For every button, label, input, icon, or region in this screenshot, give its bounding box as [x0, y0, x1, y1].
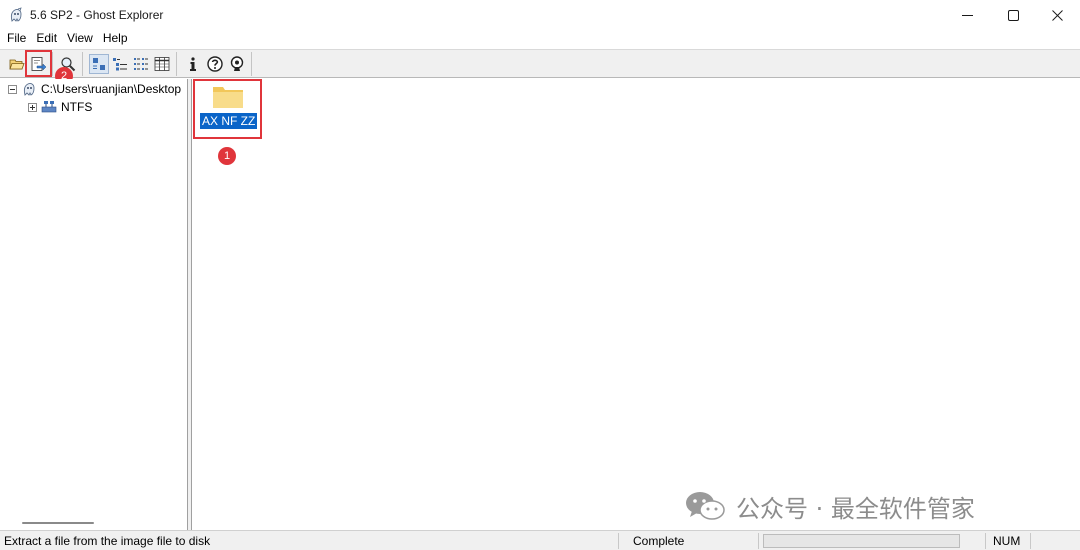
toolbar-separator: [176, 52, 177, 76]
close-icon: [1051, 9, 1063, 21]
status-separator: [1030, 533, 1031, 549]
toolbar-separator: [251, 52, 252, 76]
tree-item-root[interactable]: C:\Users\ruanjian\Desktop: [8, 80, 181, 98]
status-progress-bar: [763, 534, 960, 548]
expand-icon[interactable]: [28, 102, 37, 112]
large-icons-view-button[interactable]: [89, 54, 109, 74]
status-bar: Extract a file from the image file to di…: [0, 530, 1080, 550]
ghost-image-icon: [24, 83, 35, 96]
list-view-icon: [134, 58, 148, 70]
help-icon: [207, 56, 223, 72]
status-num-lock: NUM: [993, 534, 1021, 548]
minimize-icon: [961, 14, 973, 16]
wechat-icon: [686, 492, 725, 520]
menu-file[interactable]: File: [0, 30, 31, 49]
menu-edit[interactable]: Edit: [31, 30, 62, 49]
toolbar: [0, 49, 1080, 78]
watermark: 公众号 · 最全软件管家: [684, 490, 975, 523]
status-state: Complete: [633, 534, 685, 548]
list-view-button[interactable]: [131, 54, 151, 74]
menu-help[interactable]: Help: [98, 30, 133, 49]
close-button[interactable]: [1034, 0, 1080, 30]
menu-view[interactable]: View: [62, 30, 98, 49]
window-title: 5.6 SP2 - Ghost Explorer: [30, 8, 164, 22]
large-icons-view-icon: [93, 58, 105, 70]
partition-icon: [41, 101, 57, 113]
title-bar: 5.6 SP2 - Ghost Explorer: [0, 0, 1080, 30]
small-icons-view-button[interactable]: [110, 54, 130, 74]
about-button[interactable]: [227, 54, 247, 74]
annotation-badge-1: 1: [218, 147, 236, 165]
properties-icon: [190, 57, 196, 71]
properties-button[interactable]: [183, 54, 203, 74]
details-view-icon: [154, 57, 170, 71]
open-button[interactable]: [7, 54, 27, 74]
maximize-icon: [1007, 9, 1019, 21]
status-separator: [618, 533, 619, 549]
status-message: Extract a file from the image file to di…: [4, 534, 211, 548]
help-button[interactable]: [205, 54, 225, 74]
open-icon: [9, 59, 25, 70]
maximize-button[interactable]: [990, 0, 1036, 30]
tree-item-ntfs-label: NTFS: [61, 100, 93, 114]
details-view-button[interactable]: [152, 54, 172, 74]
toolbar-separator: [52, 52, 53, 76]
ghost-app-icon: [11, 7, 22, 22]
status-separator: [985, 533, 986, 549]
watermark-text: 公众号 · 最全软件管家: [736, 494, 975, 523]
minimize-button[interactable]: [944, 0, 990, 30]
about-icon: [230, 56, 244, 71]
tree-pane: C:\Users\ruanjian\Desktop NTFS: [2, 79, 188, 530]
collapse-icon[interactable]: [8, 84, 17, 94]
tree-horizontal-scrollbar[interactable]: [22, 522, 94, 524]
annotation-highlight-folder: [193, 79, 262, 139]
menu-bar: File Edit View Help: [0, 30, 1080, 49]
small-icons-view-icon: [113, 58, 127, 71]
status-separator: [758, 533, 759, 549]
tree-item-root-label: C:\Users\ruanjian\Desktop: [41, 82, 182, 96]
annotation-highlight-extract: [25, 50, 52, 77]
content-pane: AX NF ZZ: [192, 79, 1080, 530]
tree-item-ntfs[interactable]: NTFS: [28, 98, 92, 116]
toolbar-separator: [82, 52, 83, 76]
